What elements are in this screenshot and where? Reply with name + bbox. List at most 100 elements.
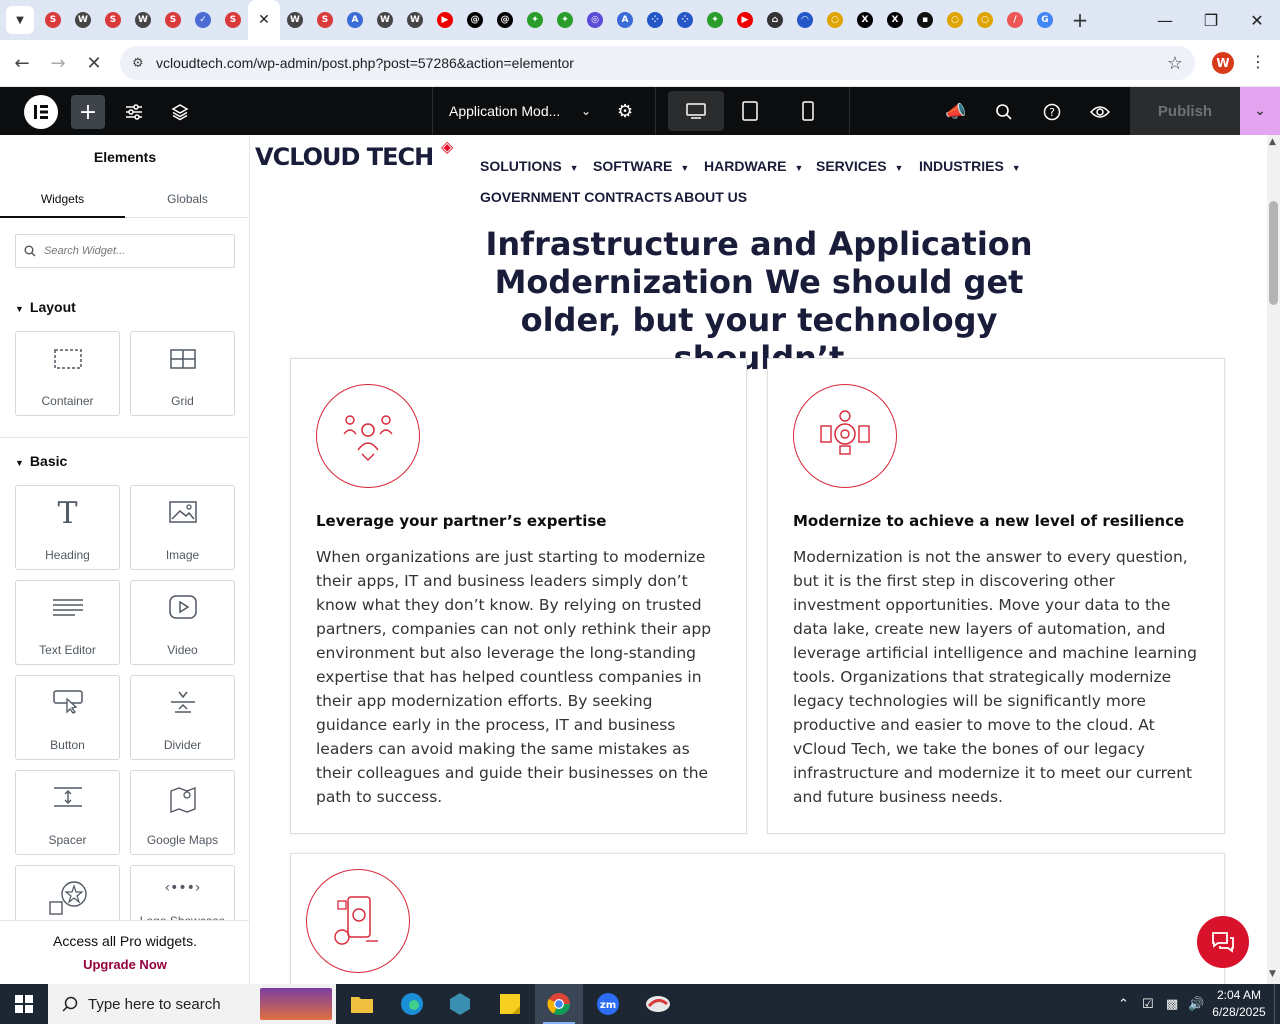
- browser-tab[interactable]: ○: [820, 0, 850, 40]
- nav-services[interactable]: SERVICES ▼: [816, 158, 903, 174]
- browser-tab[interactable]: S: [218, 0, 248, 40]
- new-tab-button[interactable]: +: [1066, 6, 1094, 34]
- widget-video[interactable]: Video: [130, 580, 235, 665]
- widget-divider[interactable]: Divider: [130, 675, 235, 760]
- browser-tab[interactable]: ▪: [910, 0, 940, 40]
- nav-hardware[interactable]: HARDWARE ▼: [704, 158, 803, 174]
- sticky-notes-icon[interactable]: [486, 984, 534, 1024]
- tab-globals[interactable]: Globals: [125, 180, 249, 218]
- widget-image[interactable]: Image: [130, 485, 235, 570]
- structure-layers-icon[interactable]: [163, 95, 197, 129]
- chrome-browser-icon[interactable]: [535, 984, 583, 1024]
- file-explorer-icon[interactable]: [338, 984, 386, 1024]
- browser-tab[interactable]: S: [98, 0, 128, 40]
- browser-tab[interactable]: ✦: [700, 0, 730, 40]
- browser-tab[interactable]: W: [280, 0, 310, 40]
- browser-tab[interactable]: ✕: [248, 0, 280, 40]
- edge-browser-icon[interactable]: [388, 984, 436, 1024]
- browser-tab[interactable]: A: [610, 0, 640, 40]
- widget-search-box[interactable]: [15, 234, 235, 268]
- widget-button[interactable]: Button: [15, 675, 120, 760]
- browser-tab[interactable]: ✦: [520, 0, 550, 40]
- network-icon[interactable]: ▩: [1166, 984, 1178, 1024]
- publish-options-chevron-icon[interactable]: ⌄: [1240, 87, 1280, 135]
- close-window-button[interactable]: ✕: [1234, 0, 1280, 40]
- browser-tab[interactable]: S: [38, 0, 68, 40]
- browser-tab[interactable]: A: [340, 0, 370, 40]
- notifications-megaphone-icon[interactable]: 📣: [939, 95, 973, 129]
- browser-tab[interactable]: ◠: [790, 0, 820, 40]
- browser-tab[interactable]: ⌂: [760, 0, 790, 40]
- nav-government-contracts[interactable]: GOVERNMENT CONTRACTS: [480, 189, 672, 205]
- scrollbar-thumb[interactable]: [1269, 201, 1278, 305]
- browser-tab[interactable]: @: [460, 0, 490, 40]
- section-basic-header[interactable]: ▼ Basic: [15, 453, 67, 469]
- widget-google-maps[interactable]: Google Maps: [130, 770, 235, 855]
- widget-search-input[interactable]: [44, 245, 224, 257]
- desktop-view-button[interactable]: [668, 91, 724, 131]
- volume-speaker-icon[interactable]: 🔊: [1188, 984, 1204, 1024]
- bookmark-star-icon[interactable]: ☆: [1167, 53, 1183, 74]
- widget-container[interactable]: Container: [15, 331, 120, 416]
- widget-text-editor[interactable]: Text Editor: [15, 580, 120, 665]
- address-bar[interactable]: ⚙ vcloudtech.com/wp-admin/post.php?post=…: [120, 46, 1195, 80]
- browser-tab[interactable]: ⁘: [670, 0, 700, 40]
- browser-tab[interactable]: ○: [970, 0, 1000, 40]
- elementor-logo-menu[interactable]: [24, 95, 58, 129]
- start-button[interactable]: [0, 984, 48, 1024]
- site-logo[interactable]: VCLOUD TECH: [255, 143, 434, 171]
- browser-tab[interactable]: ✦: [550, 0, 580, 40]
- show-desktop-button[interactable]: [1274, 984, 1280, 1024]
- close-tab-icon[interactable]: ✕: [258, 12, 270, 28]
- finder-search-icon[interactable]: [987, 95, 1021, 129]
- security-shield-icon[interactable]: ☑: [1142, 984, 1154, 1024]
- snagit-app-icon[interactable]: [634, 984, 682, 1024]
- add-element-button[interactable]: +: [71, 95, 105, 129]
- document-title-dropdown[interactable]: Application Mod... ⌄ ⚙: [432, 87, 656, 135]
- browser-tab[interactable]: S: [158, 0, 188, 40]
- browser-tab[interactable]: ○: [940, 0, 970, 40]
- show-hidden-icons-chevron-icon[interactable]: ⌃: [1118, 984, 1129, 1024]
- browser-menu-icon[interactable]: ⋮: [1250, 52, 1266, 71]
- browser-tab[interactable]: @: [490, 0, 520, 40]
- browser-tab[interactable]: S: [310, 0, 340, 40]
- back-button[interactable]: ←: [4, 45, 40, 81]
- widget-spacer[interactable]: Spacer: [15, 770, 120, 855]
- upgrade-now-link[interactable]: Upgrade Now: [0, 957, 249, 972]
- system-clock[interactable]: 2:04 AM 6/28/2025: [1208, 987, 1270, 1021]
- browser-tab[interactable]: ▶: [730, 0, 760, 40]
- browser-tab[interactable]: W: [68, 0, 98, 40]
- nav-industries[interactable]: INDUSTRIES ▼: [919, 158, 1021, 174]
- browser-tab[interactable]: X: [850, 0, 880, 40]
- browser-tab[interactable]: ◎: [580, 0, 610, 40]
- nav-solutions[interactable]: SOLUTIONS ▼: [480, 158, 579, 174]
- browser-tab[interactable]: ▶: [430, 0, 460, 40]
- chat-widget-button[interactable]: [1197, 916, 1249, 968]
- publish-button[interactable]: Publish: [1130, 87, 1240, 135]
- section-layout-header[interactable]: ▼ Layout: [15, 299, 76, 315]
- browser-tab[interactable]: ⁘: [640, 0, 670, 40]
- stop-loading-button[interactable]: ✕: [76, 45, 112, 81]
- tablet-view-button[interactable]: [742, 101, 758, 125]
- widget-heading[interactable]: T Heading: [15, 485, 120, 570]
- forward-button[interactable]: →: [40, 45, 76, 81]
- app-crystal-icon[interactable]: [436, 984, 484, 1024]
- nav-software[interactable]: SOFTWARE ▼: [593, 158, 689, 174]
- browser-tab[interactable]: ✓: [188, 0, 218, 40]
- mobile-view-button[interactable]: [802, 101, 814, 125]
- site-settings-icon[interactable]: [117, 95, 151, 129]
- browser-tab[interactable]: W: [128, 0, 158, 40]
- help-icon[interactable]: ?: [1035, 95, 1069, 129]
- tab-widgets[interactable]: Widgets: [0, 180, 125, 218]
- site-info-icon[interactable]: ⚙: [132, 56, 156, 71]
- url-text[interactable]: vcloudtech.com/wp-admin/post.php?post=57…: [156, 55, 574, 71]
- browser-tab[interactable]: G: [1030, 0, 1060, 40]
- profile-avatar[interactable]: W: [1212, 52, 1234, 74]
- preview-eye-icon[interactable]: [1083, 95, 1117, 129]
- restore-button[interactable]: ❐: [1188, 0, 1234, 40]
- tab-search-menu-button[interactable]: ▼: [6, 6, 34, 34]
- minimize-button[interactable]: —: [1142, 0, 1188, 40]
- browser-tab[interactable]: W: [400, 0, 430, 40]
- browser-tab[interactable]: /: [1000, 0, 1030, 40]
- browser-tab[interactable]: W: [370, 0, 400, 40]
